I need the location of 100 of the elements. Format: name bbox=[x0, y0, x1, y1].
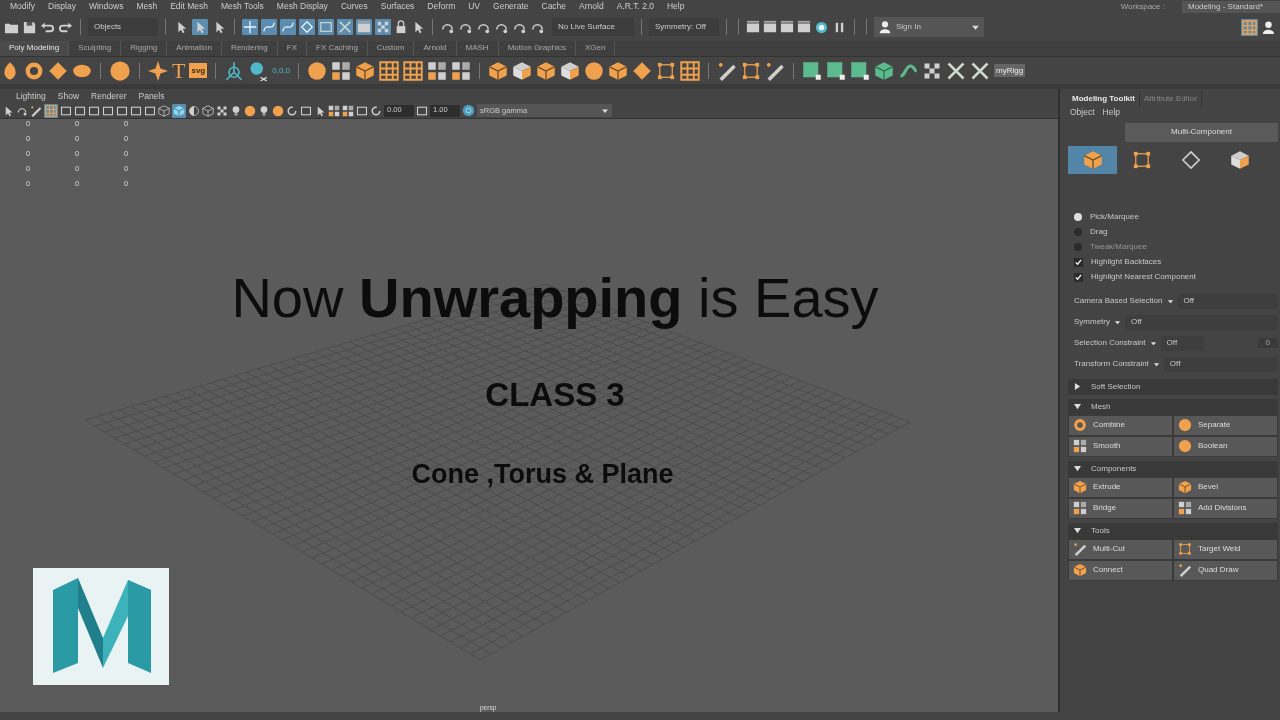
section-header[interactable]: Mesh bbox=[1068, 398, 1278, 415]
square-icon[interactable] bbox=[74, 104, 86, 117]
refresh-icon[interactable] bbox=[370, 104, 382, 117]
workspace-dropdown[interactable]: Modeling - Standard* bbox=[1182, 0, 1280, 13]
square-icon[interactable] bbox=[416, 104, 428, 117]
section-header[interactable]: Tools bbox=[1068, 522, 1278, 539]
shelf-button[interactable]: T bbox=[172, 59, 186, 82]
checkbox[interactable] bbox=[1074, 257, 1083, 267]
menu-item[interactable]: Display bbox=[48, 1, 76, 12]
shelf-button[interactable]: svg bbox=[189, 62, 208, 79]
setting-dropdown[interactable]: Off bbox=[1160, 335, 1204, 351]
square-icon[interactable] bbox=[144, 104, 156, 117]
menu-item[interactable]: UV bbox=[468, 1, 481, 12]
cube-icon[interactable] bbox=[158, 104, 170, 117]
squares-icon[interactable] bbox=[427, 60, 448, 81]
squares-icon[interactable] bbox=[342, 104, 354, 117]
clapboard-icon[interactable] bbox=[763, 20, 777, 34]
menu-item[interactable]: A.R.T. 2.0 bbox=[616, 1, 654, 12]
shelf-tab[interactable]: FX Caching bbox=[307, 41, 368, 56]
square-icon[interactable] bbox=[656, 60, 677, 81]
cube-icon[interactable] bbox=[536, 60, 557, 81]
tool-button[interactable]: Smooth bbox=[1068, 435, 1173, 457]
section-header[interactable]: Components bbox=[1068, 460, 1278, 477]
person-icon[interactable] bbox=[1261, 19, 1276, 35]
tool-button[interactable]: Extrude bbox=[1068, 476, 1173, 498]
cube-icon[interactable] bbox=[608, 60, 629, 81]
cube-icon[interactable] bbox=[560, 60, 581, 81]
shelf-tab[interactable]: Custom bbox=[367, 41, 415, 56]
tool-button[interactable]: Bevel bbox=[1173, 476, 1278, 498]
clapboard-icon[interactable] bbox=[746, 20, 760, 34]
menu-item[interactable]: Surfaces bbox=[380, 1, 415, 12]
cube-icon[interactable] bbox=[874, 60, 895, 81]
shelf-button[interactable]: myRigg bbox=[994, 63, 1026, 78]
setting-dropdown[interactable]: Off bbox=[1125, 314, 1278, 330]
caret-icon[interactable] bbox=[1149, 339, 1157, 347]
sphere-icon[interactable] bbox=[244, 104, 256, 117]
grid-icon[interactable] bbox=[403, 60, 424, 81]
squares-icon[interactable] bbox=[331, 60, 352, 81]
refresh-icon[interactable] bbox=[286, 104, 298, 117]
symmetry-dropdown[interactable]: Symmetry: Off bbox=[649, 18, 719, 36]
pen-icon[interactable] bbox=[765, 60, 786, 81]
shelf-tab[interactable]: Arnold bbox=[414, 41, 457, 56]
menu-item[interactable]: Deform bbox=[427, 1, 456, 12]
menu-set-dropdown[interactable]: Objects bbox=[88, 18, 158, 36]
ring-icon[interactable] bbox=[24, 60, 44, 81]
radio-button[interactable] bbox=[1074, 228, 1082, 237]
cross-icon[interactable] bbox=[970, 60, 991, 81]
menu-item[interactable]: Mesh Display bbox=[276, 1, 328, 12]
grid-toggle[interactable] bbox=[44, 103, 58, 118]
clapboard-icon[interactable] bbox=[780, 20, 794, 34]
grid-icon[interactable] bbox=[680, 60, 701, 81]
axis-icon[interactable] bbox=[224, 60, 245, 81]
sphere-icon[interactable] bbox=[307, 60, 328, 81]
shaded-toggle[interactable] bbox=[172, 103, 186, 118]
cube-icon[interactable] bbox=[488, 60, 509, 81]
snap-button[interactable] bbox=[261, 19, 277, 35]
squares-icon[interactable] bbox=[328, 104, 340, 117]
menu-item[interactable]: Generate bbox=[493, 1, 529, 12]
cube-icon[interactable] bbox=[355, 60, 376, 81]
grid-icon[interactable] bbox=[379, 60, 400, 81]
shelf-button[interactable]: 0,0,0 bbox=[272, 65, 291, 76]
viewport-menu[interactable]: Lighting bbox=[16, 90, 46, 102]
menu-item[interactable]: Mesh Tools bbox=[221, 1, 264, 12]
tool-button[interactable]: Add Divisions bbox=[1173, 497, 1278, 519]
pen-icon[interactable] bbox=[30, 104, 42, 117]
color-wheel-icon[interactable] bbox=[462, 104, 475, 117]
menu-item[interactable]: Windows bbox=[88, 1, 124, 12]
tool-button[interactable]: Connect bbox=[1068, 559, 1173, 581]
half-circle-icon[interactable] bbox=[188, 104, 200, 117]
checker-icon[interactable] bbox=[216, 104, 228, 117]
menu-item[interactable]: Curves bbox=[340, 1, 368, 12]
cube-icon[interactable] bbox=[202, 104, 214, 117]
sphere-icon[interactable] bbox=[584, 60, 605, 81]
square-icon[interactable] bbox=[802, 60, 823, 81]
shelf-tab[interactable]: Sculpting bbox=[69, 41, 122, 56]
diamond-icon[interactable] bbox=[632, 60, 653, 81]
square-icon[interactable] bbox=[826, 60, 847, 81]
tool-button[interactable]: Target Weld bbox=[1173, 538, 1278, 560]
menu-item[interactable]: Edit Mesh bbox=[170, 1, 208, 12]
square-icon[interactable] bbox=[116, 104, 128, 117]
tool-button[interactable]: Boolean bbox=[1173, 435, 1278, 457]
square-icon[interactable] bbox=[300, 104, 312, 117]
constraint-value-field[interactable]: 0 bbox=[1257, 338, 1278, 349]
square-icon[interactable] bbox=[88, 104, 100, 117]
panel-menu[interactable]: Object bbox=[1070, 106, 1095, 117]
target-icon[interactable] bbox=[814, 19, 829, 35]
lock-icon[interactable] bbox=[394, 20, 408, 34]
checkbox[interactable] bbox=[1074, 272, 1083, 282]
shelf-tab[interactable]: FX bbox=[277, 41, 308, 56]
square-icon[interactable] bbox=[850, 60, 871, 81]
viewport-menu[interactable]: Show bbox=[57, 90, 80, 102]
pen-icon[interactable] bbox=[717, 60, 738, 81]
viewport-menu[interactable]: Panels bbox=[138, 90, 165, 102]
sign-in-dropdown[interactable]: Sign In bbox=[874, 17, 984, 37]
setting-dropdown[interactable]: Off bbox=[1163, 356, 1278, 372]
live-surface-dropdown[interactable]: No Live Surface bbox=[552, 18, 634, 36]
star-icon[interactable] bbox=[148, 60, 168, 81]
menu-item[interactable]: Modify bbox=[10, 1, 36, 12]
cross-icon[interactable] bbox=[946, 60, 967, 81]
bulb-icon[interactable] bbox=[230, 104, 242, 117]
